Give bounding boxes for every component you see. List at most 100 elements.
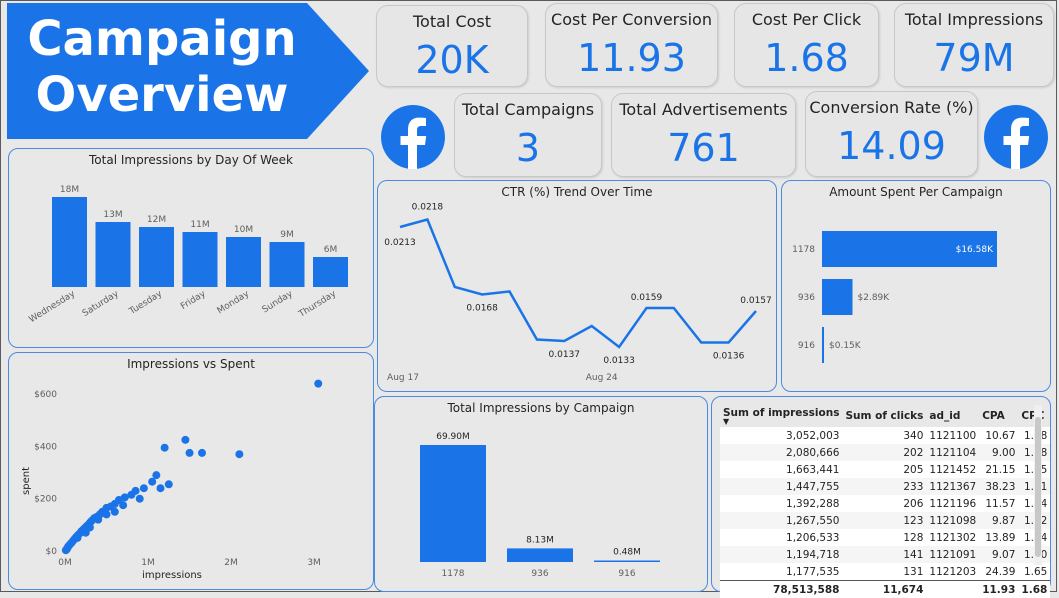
table-header-row: Sum of impressions▼ Sum of clicks ad_id … bbox=[720, 405, 1050, 427]
kpi-value: 14.09 bbox=[806, 124, 977, 168]
panel-ctr-trend[interactable]: CTR (%) Trend Over Time 0.02130.02180.01… bbox=[377, 180, 777, 392]
table-row[interactable]: 3,052,003340112110010.671.88 bbox=[720, 427, 1050, 444]
scatter-point bbox=[314, 380, 322, 388]
x-tick-label: Friday bbox=[179, 289, 208, 312]
kpi-total-cost[interactable]: Total Cost 20K bbox=[376, 5, 528, 87]
panel-impressions-by-day[interactable]: Total Impressions by Day Of Week 18MWedn… bbox=[8, 148, 374, 348]
scatter-point bbox=[62, 546, 70, 554]
kpi-label: Total Advertisements bbox=[612, 100, 795, 119]
column-header-cpa[interactable]: CPA bbox=[979, 405, 1018, 427]
y-tick-label: 936 bbox=[798, 293, 815, 303]
data-label: 6M bbox=[324, 245, 338, 255]
table-cell: 205 bbox=[842, 461, 926, 478]
bar-thursday bbox=[313, 257, 348, 287]
table-row[interactable]: 1,267,55012311210989.871.92 bbox=[720, 512, 1050, 529]
table-cell: 1121203 bbox=[926, 563, 979, 581]
kpi-value: 761 bbox=[612, 126, 795, 170]
table-cell: 1,663,441 bbox=[720, 461, 842, 478]
chart-impressions-by-campaign: 69.90M11788.13M9360.48M916 bbox=[375, 397, 707, 591]
kpi-cost-per-click[interactable]: Cost Per Click 1.68 bbox=[734, 3, 879, 87]
table-cell: 141 bbox=[842, 546, 926, 563]
table-row[interactable]: 2,080,66620211211049.001.78 bbox=[720, 444, 1050, 461]
page-title-line1: Campaign bbox=[7, 11, 317, 67]
data-label: $16.58K bbox=[956, 245, 994, 255]
kpi-total-impressions[interactable]: Total Impressions 79M bbox=[894, 3, 1054, 87]
panel-impressions-by-campaign[interactable]: Total Impressions by Campaign 69.90M1178… bbox=[374, 396, 708, 592]
table-row[interactable]: 1,447,755233112136738.231.81 bbox=[720, 478, 1050, 495]
scatter-point bbox=[103, 510, 111, 518]
scatter-point bbox=[73, 534, 81, 542]
kpi-conversion-rate[interactable]: Conversion Rate (%) 14.09 bbox=[805, 91, 978, 177]
table-scrollbar[interactable] bbox=[1034, 405, 1042, 565]
scatter-point bbox=[94, 516, 102, 524]
table-cell: 1,447,755 bbox=[720, 478, 842, 495]
table-cell: 1121302 bbox=[926, 529, 979, 546]
x-tick-label: 1M bbox=[141, 558, 155, 568]
table-cell: 1121452 bbox=[926, 461, 979, 478]
panel-ads-table[interactable]: Sum of impressions▼ Sum of clicks ad_id … bbox=[711, 396, 1051, 592]
table-cell: 233 bbox=[842, 478, 926, 495]
kpi-value: 20K bbox=[377, 38, 527, 82]
table-row[interactable]: 1,663,441205112145221.151.75 bbox=[720, 461, 1050, 478]
y-axis-label: spent bbox=[21, 467, 32, 495]
data-label: 18M bbox=[60, 185, 79, 195]
scatter-point bbox=[119, 501, 127, 509]
kpi-cost-per-conversion[interactable]: Cost Per Conversion 11.93 bbox=[545, 3, 718, 87]
x-tick-label: 916 bbox=[618, 569, 635, 579]
x-tick-label: 936 bbox=[531, 569, 548, 579]
table-row[interactable]: 1,206,533128112130213.891.84 bbox=[720, 529, 1050, 546]
table-cell: 1,267,550 bbox=[720, 512, 842, 529]
table-row[interactable]: 1,194,71814111210919.071.80 bbox=[720, 546, 1050, 563]
table-cell: 1,206,533 bbox=[720, 529, 842, 546]
panel-amount-spent[interactable]: Amount Spent Per Campaign 1178$16.58K936… bbox=[781, 180, 1051, 392]
table-cell: 1121196 bbox=[926, 495, 979, 512]
kpi-label: Conversion Rate (%) bbox=[806, 98, 977, 117]
data-label: 0.0136 bbox=[713, 352, 745, 362]
x-tick-label: Aug 24 bbox=[586, 373, 618, 383]
y-tick-label: $0 bbox=[46, 547, 58, 557]
table-cell: 1121104 bbox=[926, 444, 979, 461]
total-cpc-cell: 1.68 bbox=[1018, 581, 1050, 598]
table-cell: 11.57 bbox=[979, 495, 1018, 512]
kpi-total-campaigns[interactable]: Total Campaigns 3 bbox=[454, 93, 602, 177]
bar-friday bbox=[183, 232, 218, 287]
bar-campaign-936 bbox=[822, 279, 853, 315]
sort-desc-icon: ▼ bbox=[723, 419, 839, 425]
panel-impressions-vs-spent[interactable]: Impressions vs Spent $0$200$400$6000M1M2… bbox=[8, 352, 374, 590]
kpi-total-advertisements[interactable]: Total Advertisements 761 bbox=[611, 93, 796, 177]
column-header-impressions[interactable]: Sum of impressions▼ bbox=[720, 405, 842, 427]
scatter-point bbox=[198, 449, 206, 457]
table-cell: 1121100 bbox=[926, 427, 979, 444]
table-row[interactable]: 1,177,535131112120324.391.65 bbox=[720, 563, 1050, 581]
chart-ctr-trend: 0.02130.02180.01680.01370.01330.01590.01… bbox=[378, 181, 776, 391]
table-cell: 9.07 bbox=[979, 546, 1018, 563]
y-tick-label: 1178 bbox=[792, 245, 815, 255]
bar-saturday bbox=[96, 222, 131, 287]
bar-campaign-916 bbox=[594, 561, 660, 563]
table-row[interactable]: 1,392,288206112119611.571.74 bbox=[720, 495, 1050, 512]
table-cell: 1,392,288 bbox=[720, 495, 842, 512]
scatter-point bbox=[82, 529, 90, 537]
table-cell: 13.89 bbox=[979, 529, 1018, 546]
total-cpa-cell: 11.93 bbox=[979, 581, 1018, 598]
x-tick-label: Sunday bbox=[261, 289, 295, 316]
column-header-ad-id[interactable]: ad_id bbox=[926, 405, 979, 427]
x-tick-label: Thursday bbox=[296, 289, 338, 321]
data-label: 0.0133 bbox=[603, 356, 635, 366]
table-cell: 340 bbox=[842, 427, 926, 444]
scrollbar-thumb[interactable] bbox=[1035, 417, 1041, 557]
x-tick-label: Aug 17 bbox=[387, 373, 419, 383]
x-tick-label: Tuesday bbox=[127, 289, 165, 318]
ads-table: Sum of impressions▼ Sum of clicks ad_id … bbox=[720, 405, 1030, 598]
facebook-icon bbox=[381, 105, 445, 169]
ctr-line bbox=[400, 220, 756, 348]
kpi-value: 1.68 bbox=[735, 36, 878, 80]
facebook-icon bbox=[984, 105, 1048, 169]
column-header-clicks[interactable]: Sum of clicks bbox=[842, 405, 926, 427]
table-cell: 128 bbox=[842, 529, 926, 546]
table-cell: 2,080,666 bbox=[720, 444, 842, 461]
kpi-label: Total Impressions bbox=[895, 10, 1053, 29]
y-tick-label: $400 bbox=[34, 442, 57, 452]
scatter-point bbox=[181, 436, 189, 444]
kpi-label: Total Campaigns bbox=[455, 100, 601, 119]
